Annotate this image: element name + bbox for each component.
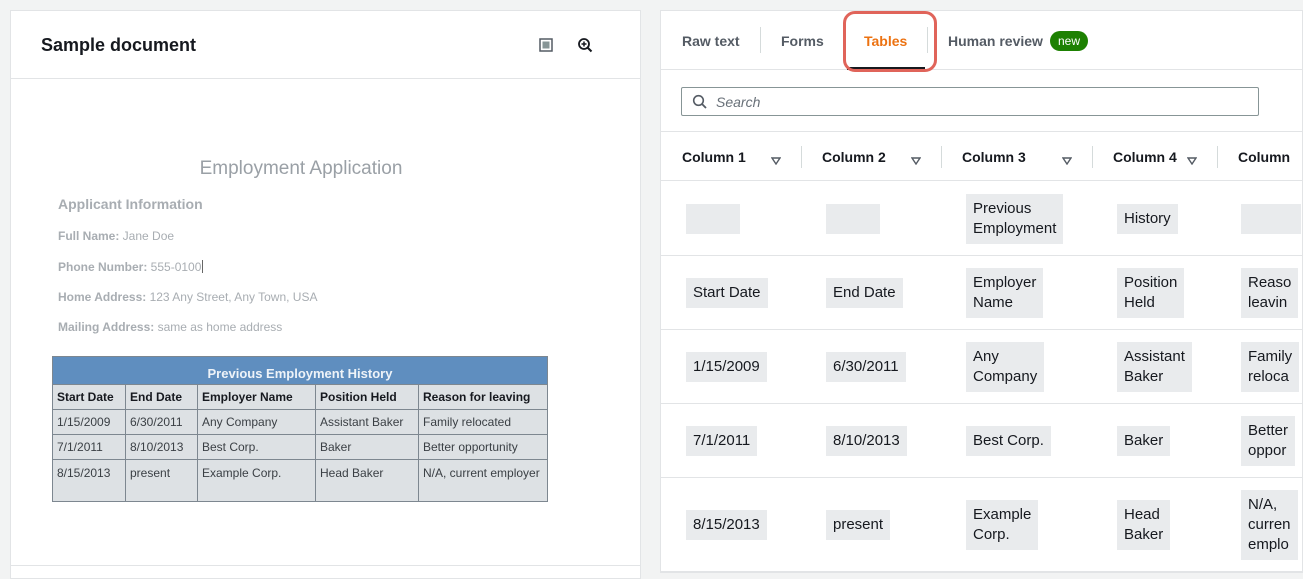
column-divider[interactable] xyxy=(1092,146,1093,168)
tab-forms[interactable]: Forms xyxy=(781,33,824,49)
zoom-in-icon[interactable] xyxy=(577,37,593,53)
column-divider[interactable] xyxy=(941,146,942,168)
document-heading: Employment Application xyxy=(199,158,403,179)
table-cell: 8/10/2013 xyxy=(826,426,907,456)
table-cell: N/A, curren emplo xyxy=(1241,490,1298,560)
table-row: 8/15/2013 present Example Corp. Head Bak… xyxy=(52,459,548,502)
field-mailing-address: Mailing Address: same as home address xyxy=(58,320,283,334)
table-cell: 1/15/2009 xyxy=(686,352,767,382)
table-cell: Family reloca xyxy=(1241,342,1300,392)
column-header-2[interactable]: Column 2 xyxy=(822,149,886,165)
table-cell: 8/15/2013 xyxy=(52,459,126,502)
table-header-cell: Position Held xyxy=(315,384,419,410)
page-divider xyxy=(11,565,640,566)
table-cell: Example Corp. xyxy=(197,459,316,502)
table-cell: 8/15/2013 xyxy=(686,510,767,540)
table-cell: End Date xyxy=(826,278,903,308)
sort-down-icon[interactable] xyxy=(770,152,782,166)
column-divider[interactable] xyxy=(1217,146,1218,168)
table-cell xyxy=(686,204,740,234)
table-cell: present xyxy=(826,510,891,540)
table-row: 8/15/2013 present Example Corp. Head Baker N/A… xyxy=(661,478,1302,572)
column-header-4[interactable]: Column 4 xyxy=(1113,149,1177,165)
search-icon xyxy=(692,94,708,115)
table-header-cell: Reason for leaving xyxy=(418,384,548,410)
table-cell: 7/1/2011 xyxy=(52,434,126,460)
document-panel: Sample document Employment Application A… xyxy=(10,10,641,579)
table-cell: 7/1/2011 xyxy=(686,426,758,456)
highlight-annotation xyxy=(843,11,937,72)
table-cell: Family relocated xyxy=(418,409,548,435)
table-cell: 6/30/2011 xyxy=(125,409,198,435)
table-cell: Best Corp. xyxy=(966,426,1051,456)
results-panel: Raw text Forms Tables Human review new C… xyxy=(660,10,1303,573)
table-header-cell: End Date xyxy=(125,384,198,410)
table-row: 1/15/2009 6/30/2011 Any Company Assistant Bak… xyxy=(661,330,1302,404)
section-heading: Applicant Information xyxy=(58,196,203,212)
table-cell: Any Company xyxy=(197,409,316,435)
table-caption-row: Previous Employment History xyxy=(52,356,548,385)
table-row: Previous Employment History xyxy=(661,182,1302,256)
table-cell: Any Company xyxy=(966,342,1045,392)
tab-divider xyxy=(760,27,761,53)
employment-history-table: Previous Employment History Start Date E… xyxy=(52,356,548,502)
table-cell: N/A, current employer xyxy=(418,459,548,502)
square-icon[interactable] xyxy=(538,37,554,53)
search-box[interactable] xyxy=(681,87,1259,116)
column-header-5[interactable]: Column xyxy=(1238,149,1290,165)
table-cell: 8/10/2013 xyxy=(125,434,198,460)
document-title: Sample document xyxy=(41,35,197,55)
tab-human-review[interactable]: Human review xyxy=(948,33,1043,49)
results-table-header: Column 1 Column 2 Column 3 Column 4 Colu… xyxy=(661,131,1302,181)
sort-down-icon[interactable] xyxy=(1061,152,1073,166)
field-full-name: Full Name: Jane Doe xyxy=(58,229,175,243)
column-divider[interactable] xyxy=(801,146,802,168)
sort-down-icon[interactable] xyxy=(910,152,922,166)
table-cell: 1/15/2009 xyxy=(52,409,126,435)
table-cell: Assistant Baker xyxy=(315,409,419,435)
table-cell: Baker xyxy=(315,434,419,460)
table-cell: Employer Name xyxy=(966,268,1044,318)
field-phone-number: Phone Number: 555-0100 xyxy=(58,260,204,274)
table-row: 7/1/2011 8/10/2013 Best Corp. Baker Better op… xyxy=(661,404,1302,478)
table-row: Start Date End Date Employer Name Position He… xyxy=(661,256,1302,330)
table-cell: Position Held xyxy=(1117,268,1185,318)
table-caption: Previous Employment History xyxy=(52,356,548,385)
table-cell: Reaso leavin xyxy=(1241,268,1299,318)
table-cell: History xyxy=(1117,204,1178,234)
table-cell: Example Corp. xyxy=(966,500,1039,550)
table-cell: Best Corp. xyxy=(197,434,316,460)
table-cell: 6/30/2011 xyxy=(826,352,906,382)
table-header-cell: Employer Name xyxy=(197,384,316,410)
table-cell xyxy=(1241,204,1301,234)
table-cell: Head Baker xyxy=(1117,500,1171,550)
table-cell: Better opportunity xyxy=(418,434,548,460)
field-home-address: Home Address: 123 Any Street, Any Town, … xyxy=(58,290,318,304)
table-header-row: Start Date End Date Employer Name Positi… xyxy=(52,384,548,410)
tab-raw-text[interactable]: Raw text xyxy=(682,33,740,49)
text-caret xyxy=(202,260,204,273)
table-cell: present xyxy=(125,459,198,502)
column-header-1[interactable]: Column 1 xyxy=(682,149,746,165)
table-cell: Better oppor xyxy=(1241,416,1296,466)
table-row: 7/1/2011 8/10/2013 Best Corp. Baker Bett… xyxy=(52,434,548,460)
table-cell: Assistant Baker xyxy=(1117,342,1192,392)
new-badge: new xyxy=(1050,31,1088,51)
table-cell: Start Date xyxy=(686,278,768,308)
table-header-cell: Start Date xyxy=(52,384,126,410)
column-header-3[interactable]: Column 3 xyxy=(962,149,1026,165)
results-tabs: Raw text Forms Tables Human review new xyxy=(661,11,1302,72)
table-cell xyxy=(826,204,880,234)
table-cell: Head Baker xyxy=(315,459,419,502)
search-input[interactable] xyxy=(716,88,1236,115)
document-panel-header: Sample document xyxy=(11,11,640,79)
sort-down-icon[interactable] xyxy=(1186,152,1198,166)
table-cell: Baker xyxy=(1117,426,1171,456)
table-cell: Previous Employment xyxy=(966,194,1064,244)
table-row: 1/15/2009 6/30/2011 Any Company Assistan… xyxy=(52,409,548,435)
